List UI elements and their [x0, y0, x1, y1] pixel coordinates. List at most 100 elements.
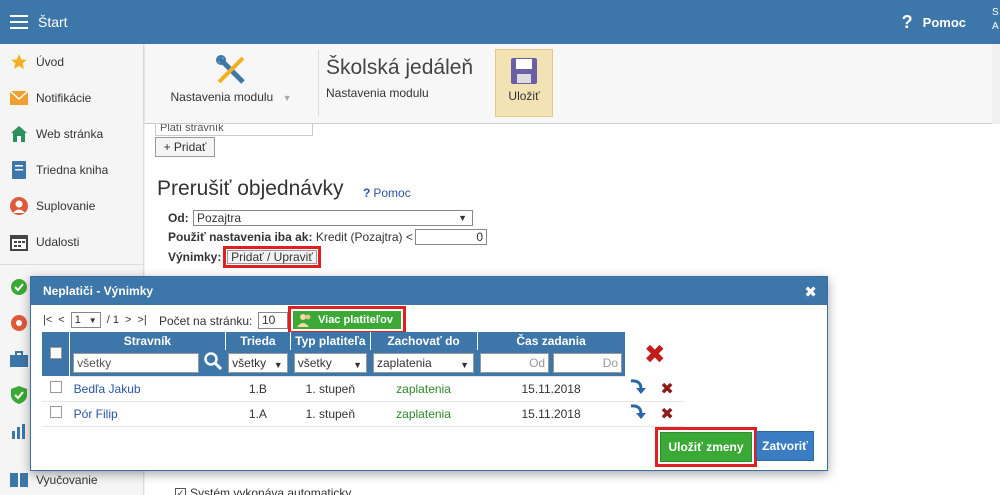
briefcase-icon — [10, 350, 28, 368]
select-all-checkbox[interactable] — [49, 346, 62, 359]
users-icon — [297, 313, 313, 327]
column-header-typ[interactable]: Typ platiteľa — [290, 332, 371, 350]
vynimky-row: Výnimky: — [168, 250, 221, 264]
typ-filter-select[interactable]: všetky ▼ — [293, 352, 367, 373]
kredit-input[interactable]: 0 — [415, 229, 487, 245]
pager-last-button[interactable]: >| — [137, 314, 146, 326]
section-help-link[interactable]: ? Pomoc — [363, 186, 411, 200]
module-settings-button[interactable]: Nastavenia modulu ▼ — [145, 50, 317, 120]
sidebar-item-notifikacie[interactable]: Notifikácie — [0, 80, 143, 116]
date-to-input[interactable]: Do — [553, 352, 623, 373]
save-button[interactable]: Uložiť — [495, 49, 553, 117]
row-typ: 1. stupeň — [290, 401, 370, 427]
table-row: Bedľa Jakub 1.B 1. stupeň zaplatenia 15.… — [42, 376, 685, 402]
sidebar-item-triedna-kniha[interactable]: Triedna kniha — [0, 152, 143, 188]
save-label: Uložiť — [508, 89, 540, 103]
od-row: Od: — [168, 211, 189, 225]
filter-zachovat-cell: zaplatenia ▼ — [370, 350, 478, 377]
row-name-link[interactable]: Pór Filip — [74, 407, 118, 421]
sidebar-item-uvod[interactable]: Úvod — [0, 44, 143, 80]
row-typ: 1. stupeň — [290, 376, 370, 402]
search-icon[interactable] — [204, 352, 223, 373]
user-menu[interactable]: S A — [992, 6, 1000, 34]
column-header-stravnik[interactable]: Stravník — [69, 332, 226, 350]
row-cas: 15.11.2018 — [477, 376, 626, 402]
close-button[interactable]: Zatvoriť — [756, 431, 814, 461]
auto-system-checkbox-row[interactable]: ✓ Systém vykonáva automaticky — [175, 486, 351, 495]
typ-filter-value: všetky — [297, 355, 332, 370]
close-icon[interactable]: ✖ — [804, 283, 817, 301]
add-edit-exceptions-button-highlight: Pridať / Upraviť — [223, 246, 321, 268]
trieda-filter-select[interactable]: všetky ▼ — [228, 352, 288, 373]
vynimky-label: Výnimky: — [168, 250, 222, 264]
move-arrow-icon[interactable] — [629, 379, 647, 397]
sidebar-item-label: Web stránka — [36, 127, 104, 141]
save-changes-button[interactable]: Uložiť zmeny — [660, 432, 752, 462]
sidebar-item-label: Triedna kniha — [36, 163, 109, 177]
pager-prev-button[interactable]: < — [58, 314, 64, 326]
delete-row-icon[interactable]: ✖ — [660, 406, 673, 423]
checkbox-checked[interactable]: ✓ — [175, 487, 186, 495]
row-checkbox[interactable] — [49, 406, 62, 418]
row-name-link[interactable]: Bedľa Jakub — [74, 382, 141, 396]
page-subtitle: Nastavenia modulu — [326, 86, 429, 100]
add-edit-exceptions-button[interactable]: Pridať / Upraviť — [227, 250, 317, 264]
sidebar-item-vyucovanie[interactable]: Vyučovanie — [0, 468, 144, 492]
zachovat-filter-select[interactable]: zaplatenia ▼ — [373, 352, 475, 373]
section-title: Prerušiť objednávky — [157, 177, 344, 200]
column-header-zachovat[interactable]: Zachovať do — [370, 332, 478, 350]
page-select-value: 1 — [74, 314, 81, 326]
zachovat-filter-value: zaplatenia — [377, 355, 432, 370]
page-select[interactable]: 1 ▼ — [70, 312, 101, 328]
sidebar-item-label: Suplovanie — [36, 199, 96, 213]
trieda-filter-value: všetky — [232, 355, 267, 370]
filter-typ-cell: všetky ▼ — [290, 350, 370, 377]
top-bar: Štart ? Pomoc S A — [0, 0, 1000, 44]
user-initial: S — [992, 7, 999, 18]
column-header-trieda[interactable]: Trieda — [225, 332, 292, 350]
app-title[interactable]: Štart — [38, 14, 68, 30]
date-from-input[interactable]: Od — [480, 352, 550, 373]
row-actions: ✖ — [625, 376, 685, 402]
filter-stravnik-cell: všetky — [69, 350, 226, 377]
delete-row-icon[interactable]: ✖ — [660, 381, 673, 398]
row-zachovat: zaplatenia — [370, 401, 478, 427]
dialog-title: Neplatiči - Výnimky — [43, 284, 154, 298]
sidebar-item-suplovanie[interactable]: Suplovanie — [0, 188, 143, 224]
chevron-down-icon: ▼ — [460, 359, 470, 370]
per-page-input[interactable]: 10 — [258, 312, 288, 329]
column-header-cas[interactable]: Čas zadania — [477, 332, 626, 350]
filter-row: všetky všetky ▼ všetky ▼ zaplatenia ▼ Od Do — [42, 350, 685, 377]
row-zachovat: zaplatenia — [370, 376, 478, 402]
ribbon-divider — [318, 50, 319, 116]
sidebar-item-web[interactable]: Web stránka — [0, 116, 143, 152]
more-payers-button[interactable]: Viac platiteľov — [293, 311, 401, 329]
exceptions-table: Stravník Trieda Typ platiteľa Zachovať d… — [42, 332, 686, 427]
help-label: Pomoc — [922, 14, 966, 30]
sidebar-item-label: Úvod — [36, 55, 65, 69]
stravnik-filter-input[interactable]: všetky — [73, 352, 200, 373]
chevron-down-icon: ▼ — [273, 359, 283, 370]
envelope-icon — [10, 89, 28, 107]
move-arrow-icon[interactable] — [629, 404, 647, 422]
help-link[interactable]: ? Pomoc — [902, 0, 966, 44]
chevron-down-icon: ▼ — [282, 93, 292, 103]
row-name: Bedľa Jakub — [69, 376, 226, 402]
add-button[interactable]: + Pridať — [155, 137, 215, 157]
exceptions-dialog: Neplatiči - Výnimky ✖ |< < 1 ▼ / 1 > >| … — [30, 276, 828, 471]
pager-first-button[interactable]: |< — [43, 314, 52, 326]
od-select-value: Pozajtra — [197, 211, 242, 225]
pager-total: / 1 — [106, 314, 119, 326]
home-icon — [10, 125, 28, 143]
sidebar-item-udalosti[interactable]: Udalosti — [0, 224, 143, 260]
od-select[interactable]: Pozajtra ▼ — [193, 210, 473, 226]
row-checkbox[interactable] — [49, 380, 62, 393]
table-row: Pór Filip 1.A 1. stupeň zaplatenia 15.11… — [42, 401, 685, 427]
platitel-field[interactable]: Platí stravník — [155, 124, 313, 136]
pager-next-button[interactable]: > — [125, 314, 131, 326]
row-name: Pór Filip — [69, 401, 226, 427]
menu-icon[interactable] — [10, 15, 28, 29]
bar-chart-icon — [10, 422, 28, 440]
pager: |< < 1 ▼ / 1 > >| — [43, 312, 147, 328]
delete-all-icon[interactable]: ✖ — [644, 339, 666, 369]
